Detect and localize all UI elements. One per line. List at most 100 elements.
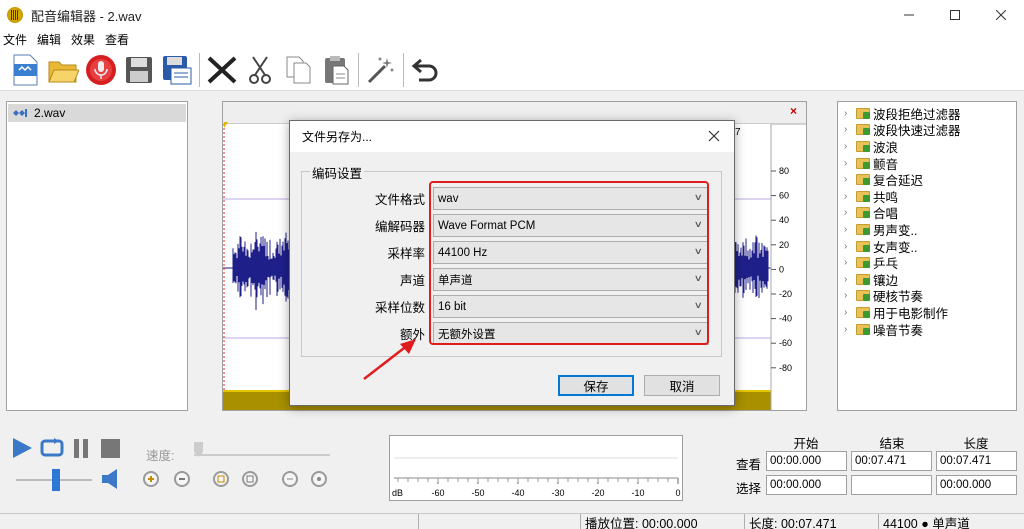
volume-button[interactable]: [100, 468, 122, 490]
chevron-right-icon[interactable]: ›: [844, 174, 854, 185]
row-label-view: 查看: [736, 458, 762, 472]
play-button[interactable]: [10, 436, 34, 460]
speed-slider[interactable]: [190, 440, 334, 460]
chevron-right-icon[interactable]: ›: [844, 241, 854, 252]
effects-tree-panel: › 波段拒绝过滤器 › 波段快速过滤器 › 波浪 › 颤音 › 复合延迟 › 共鸣 › 合唱 › 男声变.. ›…: [837, 101, 1017, 411]
effect-tree-item[interactable]: › 共鸣: [838, 188, 1016, 205]
delete-button[interactable]: [203, 51, 241, 89]
stop-button[interactable]: [100, 438, 122, 460]
open-folder-button[interactable]: [44, 51, 82, 89]
effect-tree-item[interactable]: › 波浪: [838, 138, 1016, 155]
view-end-field[interactable]: 00:07.471: [851, 451, 932, 471]
chevron-right-icon[interactable]: ›: [844, 224, 854, 235]
maximize-button[interactable]: [932, 0, 978, 30]
zoom-in-icon[interactable]: [143, 471, 159, 487]
effect-tree-item[interactable]: › 噪音节奏: [838, 321, 1016, 338]
save-button[interactable]: [120, 51, 158, 89]
meter-tick-label: -50: [471, 488, 484, 498]
selection-start-field[interactable]: 00:00.000: [766, 475, 847, 495]
zoom-selection-in-icon[interactable]: [213, 471, 229, 487]
menu-edit[interactable]: 编辑: [32, 31, 66, 48]
codec-select[interactable]: Wave Format PCM ∨: [433, 214, 709, 237]
y-tick-label: 60: [779, 191, 789, 201]
zoom-fit-icon[interactable]: [282, 471, 298, 487]
chevron-right-icon[interactable]: ›: [844, 108, 854, 119]
status-format: 44100 ● 单声道: [878, 514, 1024, 529]
effect-tree-item[interactable]: › 颤音: [838, 155, 1016, 172]
effect-tree-item[interactable]: › 男声变..: [838, 221, 1016, 238]
record-button[interactable]: [82, 51, 120, 89]
chevron-right-icon[interactable]: ›: [844, 158, 854, 169]
chevron-right-icon[interactable]: ›: [844, 274, 854, 285]
slider-thumb-icon: [52, 469, 60, 491]
effect-tree-item[interactable]: › 波段拒绝过滤器: [838, 105, 1016, 122]
view-length-field[interactable]: 00:07.471: [936, 451, 1017, 471]
selection-length-field[interactable]: 00:00.000: [936, 475, 1017, 495]
close-window-button[interactable]: [978, 0, 1024, 30]
effect-tree-item[interactable]: › 波段快速过滤器: [838, 122, 1016, 138]
chevron-right-icon[interactable]: ›: [844, 290, 854, 301]
save-confirm-button[interactable]: 保存: [558, 375, 634, 396]
field-row-codec: 编解码器 Wave Format PCM ∨: [302, 213, 723, 238]
save-as-button[interactable]: [158, 51, 196, 89]
effect-tree-item[interactable]: › 镶边: [838, 271, 1016, 288]
chevron-down-icon: ∨: [694, 246, 704, 256]
paste-button[interactable]: [317, 51, 355, 89]
chevron-right-icon[interactable]: ›: [844, 141, 854, 152]
effect-tree-item[interactable]: › 用于电影制作: [838, 304, 1016, 321]
menu-effects[interactable]: 效果: [66, 31, 100, 48]
chevron-down-icon: ∨: [694, 273, 704, 283]
loop-icon: [40, 438, 64, 457]
zoom-out-icon[interactable]: [174, 471, 190, 487]
effect-folder-icon: [856, 290, 870, 302]
effect-folder-icon: [856, 323, 870, 335]
new-file-button[interactable]: [6, 51, 44, 89]
magic-wand-button[interactable]: [362, 51, 400, 89]
bit-depth-select[interactable]: 16 bit ∨: [433, 295, 709, 318]
dialog-title-bar: 文件另存为...: [290, 121, 734, 152]
undo-icon: [411, 58, 438, 81]
bit-depth-label: 采样位数: [374, 301, 425, 315]
zoom-reset-icon[interactable]: [311, 471, 327, 487]
cut-button[interactable]: [241, 51, 279, 89]
effect-tree-item[interactable]: › 合唱: [838, 205, 1016, 221]
extra-select[interactable]: 无额外设置 ∨: [433, 322, 709, 345]
chevron-right-icon[interactable]: ›: [844, 307, 854, 318]
channels-select[interactable]: 单声道 ∨: [433, 268, 709, 291]
annotation-arrow-icon: [363, 339, 416, 380]
format-select[interactable]: wav ∨: [433, 187, 709, 210]
minimize-button[interactable]: [886, 0, 932, 30]
volume-slider[interactable]: [14, 468, 94, 492]
effect-tree-item[interactable]: › 乒乓: [838, 254, 1016, 271]
title-bar: 配音编辑器 - 2.wav: [0, 0, 1024, 30]
selection-time-table: 开始 结束 长度 查看 00:00.000 00:07.471 00:07.47…: [734, 433, 1024, 503]
effect-folder-icon: [856, 257, 870, 269]
copy-button[interactable]: [279, 51, 317, 89]
cancel-button[interactable]: 取消: [644, 375, 720, 396]
codec-value: Wave Format PCM: [438, 219, 536, 232]
dialog-close-button[interactable]: [704, 125, 724, 147]
menu-file[interactable]: 文件: [0, 31, 32, 48]
loop-button[interactable]: [40, 437, 64, 459]
zoom-selection-out-icon[interactable]: [242, 471, 258, 487]
sample-rate-select[interactable]: 44100 Hz ∨: [433, 241, 709, 264]
speed-label: 速度:: [146, 449, 175, 463]
file-list-panel: 2.wav: [6, 101, 188, 411]
selection-end-field[interactable]: [851, 475, 932, 495]
effect-tree-item[interactable]: › 硬核节奏: [838, 288, 1016, 304]
view-start-field[interactable]: 00:00.000: [766, 451, 847, 471]
close-waveform-button[interactable]: ×: [790, 104, 797, 118]
effect-tree-item[interactable]: › 复合延迟: [838, 171, 1016, 188]
chevron-down-icon: ∨: [694, 327, 704, 337]
chevron-right-icon[interactable]: ›: [844, 124, 854, 135]
menu-view[interactable]: 查看: [100, 31, 134, 48]
chevron-right-icon[interactable]: ›: [844, 257, 854, 268]
status-divider: [418, 514, 419, 529]
chevron-right-icon[interactable]: ›: [844, 324, 854, 335]
effect-tree-item[interactable]: › 女声变..: [838, 238, 1016, 255]
chevron-right-icon[interactable]: ›: [844, 191, 854, 202]
undo-button[interactable]: [407, 51, 445, 89]
file-list-item[interactable]: 2.wav: [8, 104, 186, 122]
chevron-right-icon[interactable]: ›: [844, 207, 854, 218]
pause-button[interactable]: [72, 438, 92, 460]
